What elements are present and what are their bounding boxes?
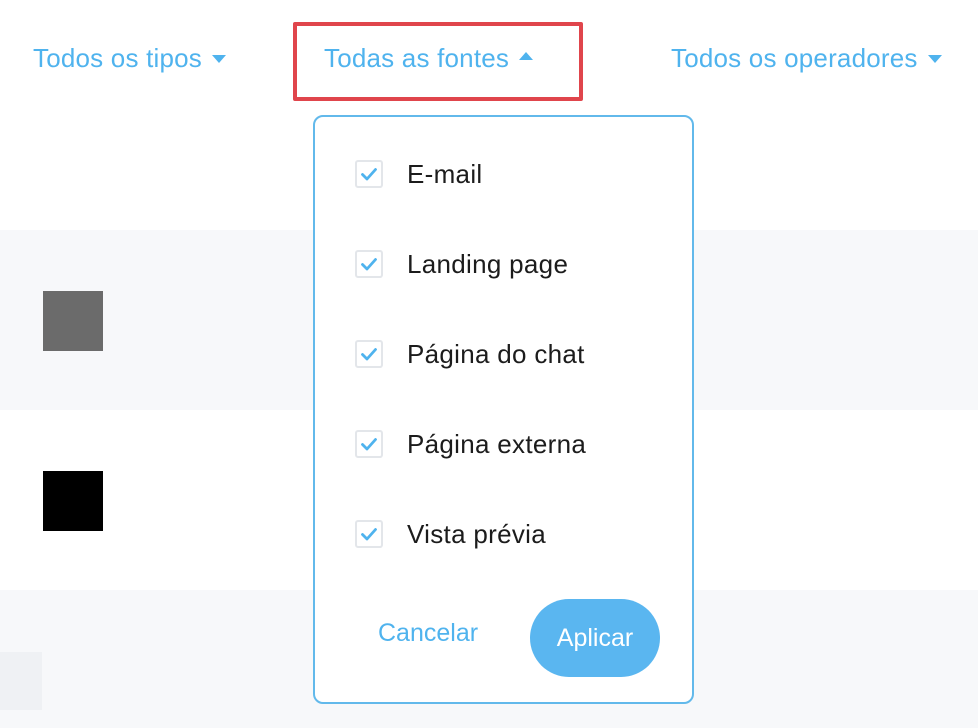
checkbox[interactable] <box>355 160 383 188</box>
option-label: Landing page <box>407 248 569 279</box>
types-filter-dropdown[interactable]: Todos os tipos <box>33 38 227 78</box>
checkbox[interactable] <box>355 340 383 368</box>
apply-button[interactable]: Aplicar <box>530 599 660 677</box>
checkbox[interactable] <box>355 250 383 278</box>
checkmark-icon <box>361 348 377 361</box>
source-option-external-page[interactable]: Página externa <box>355 428 586 460</box>
checkbox[interactable] <box>355 520 383 548</box>
row-thumbnail <box>43 471 103 531</box>
option-label: Página do chat <box>407 338 585 369</box>
highlight-annotation <box>293 22 583 101</box>
source-option-email[interactable]: E-mail <box>355 158 482 190</box>
page: Todos os tipos Todas as fontes Todos os … <box>0 0 978 728</box>
source-option-preview[interactable]: Vista prévia <box>355 518 546 550</box>
source-option-chat-page[interactable]: Página do chat <box>355 338 585 370</box>
chevron-down-icon <box>927 55 942 63</box>
checkmark-icon <box>361 438 377 451</box>
cancel-button[interactable]: Cancelar <box>378 619 478 648</box>
operators-filter-label: Todos os operadores <box>671 42 918 73</box>
option-label: Página externa <box>407 428 587 459</box>
option-label: E-mail <box>407 158 483 189</box>
operators-filter-dropdown[interactable]: Todos os operadores <box>671 38 942 78</box>
checkmark-icon <box>361 168 377 181</box>
row-thumbnail <box>43 291 103 351</box>
sources-dropdown-panel: E-mail Landing page Página do chat Págin… <box>313 115 694 704</box>
row-thumbnail <box>0 652 42 710</box>
chevron-down-icon <box>212 55 227 63</box>
types-filter-label: Todos os tipos <box>33 42 203 73</box>
checkmark-icon <box>361 528 377 541</box>
source-option-landing-page[interactable]: Landing page <box>355 248 568 280</box>
checkbox[interactable] <box>355 430 383 458</box>
option-label: Vista prévia <box>407 518 546 549</box>
checkmark-icon <box>361 258 377 271</box>
